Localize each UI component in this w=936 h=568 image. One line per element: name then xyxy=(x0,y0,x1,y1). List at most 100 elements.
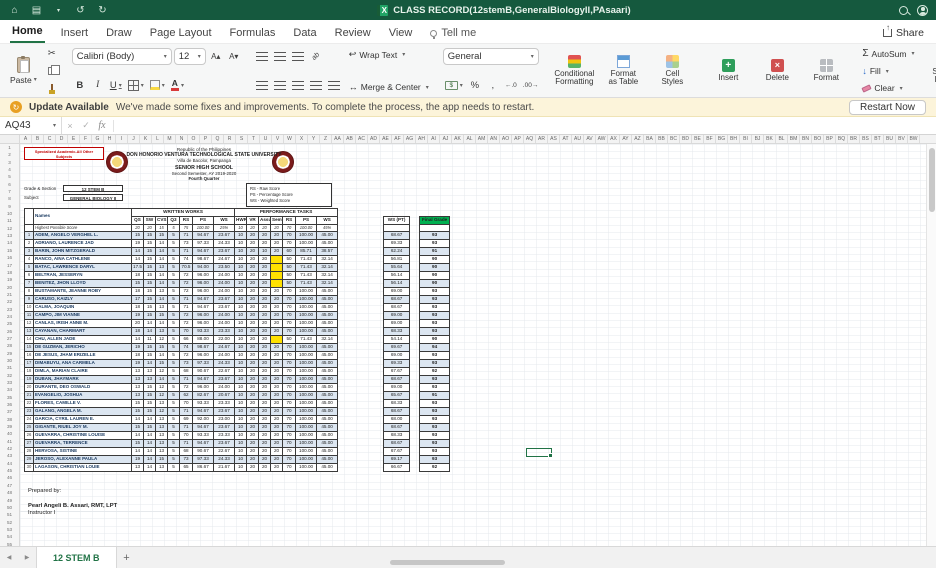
align-middle-button[interactable] xyxy=(272,48,288,64)
grid-cell[interactable]: 24.00 xyxy=(212,279,236,288)
grid-cell[interactable]: 70 xyxy=(282,351,297,360)
grid-cell[interactable]: 45.00 xyxy=(316,391,339,400)
ws-pt-cell[interactable]: 69.00 xyxy=(383,351,411,360)
row-header[interactable]: 43 xyxy=(0,452,19,459)
final-grade-cell[interactable]: 93 xyxy=(419,423,451,432)
student-name-cell[interactable]: CARUSO, KAIZLY xyxy=(33,295,132,304)
row-header[interactable]: 31 xyxy=(0,364,19,371)
grid-cell[interactable]: 14 xyxy=(143,415,156,424)
grid-cell[interactable]: 20 xyxy=(258,367,272,376)
grid-cell[interactable]: 19 xyxy=(131,239,144,248)
grid-cell[interactable]: 15 xyxy=(143,247,156,256)
ws-pt-column-header[interactable]: WS (PT) xyxy=(383,216,411,225)
vertical-scrollbar-thumb[interactable] xyxy=(929,148,935,212)
grid-cell[interactable]: 15 xyxy=(143,231,156,240)
row-header[interactable]: 4 xyxy=(0,166,19,173)
grid-cell[interactable]: 20 xyxy=(258,239,272,248)
grid-cell[interactable]: 71 xyxy=(179,231,193,240)
student-name-cell[interactable]: DUBAN, JHAYMARK xyxy=(33,375,132,384)
grid-cell[interactable]: 71.43 xyxy=(295,263,318,272)
final-grade-cell[interactable]: 93 xyxy=(419,407,451,416)
grid-cell[interactable]: 96.00 xyxy=(192,279,214,288)
grid-cell[interactable]: 71.43 xyxy=(295,335,318,344)
grid-cell[interactable]: 10 xyxy=(258,247,272,256)
grid-cell[interactable]: 45.00 xyxy=(316,383,339,392)
grid-cell[interactable]: 24.00 xyxy=(212,319,236,328)
grid-cell[interactable]: 20 xyxy=(270,415,284,424)
grid-cell[interactable]: 22.00 xyxy=(212,335,236,344)
row-header[interactable]: 19 xyxy=(0,276,19,283)
grid-cell[interactable]: 50 xyxy=(282,263,297,272)
grid-cell[interactable]: 10 xyxy=(234,351,248,360)
grid-cell[interactable]: 5 xyxy=(167,375,180,384)
grid-cell[interactable]: 20 xyxy=(258,231,272,240)
grid-cell[interactable]: 15 xyxy=(155,311,168,320)
grid-cell[interactable]: 18 xyxy=(131,351,144,360)
grid-cell[interactable]: 32.14 xyxy=(316,279,339,288)
grid-cell[interactable]: 24.00 xyxy=(212,271,236,280)
student-name-cell[interactable]: GALANG, ANGELA M. xyxy=(33,407,132,416)
grid-cell[interactable]: 100.00 xyxy=(295,375,318,384)
ws-pt-cell[interactable]: 68.67 xyxy=(383,423,411,432)
column-header[interactable]: R xyxy=(224,135,236,143)
grid-cell[interactable]: 97.33 xyxy=(192,239,214,248)
grid-cell[interactable]: 5 xyxy=(167,455,180,464)
grid-cell[interactable]: 13 xyxy=(131,367,144,376)
grid-cell[interactable]: 70 xyxy=(282,303,297,312)
grid-cell[interactable]: 15 xyxy=(143,407,156,416)
grid-cell[interactable]: 20 xyxy=(246,439,260,448)
student-name-cell[interactable]: BARIN, JOHN MITZGERALD xyxy=(33,247,132,256)
grid-cell[interactable]: 17 xyxy=(131,295,144,304)
grid-cell[interactable]: 14 xyxy=(155,239,168,248)
row-header[interactable]: 44 xyxy=(0,460,19,467)
grid-cell[interactable]: 70 xyxy=(282,327,297,336)
grid-cell[interactable]: 15 xyxy=(143,311,156,320)
final-grade-cell[interactable]: 90 xyxy=(419,255,451,264)
column-header[interactable]: J xyxy=(128,135,140,143)
grid-cell[interactable]: 71 xyxy=(179,407,193,416)
grid-cell[interactable]: 94.67 xyxy=(192,303,214,312)
ribbon-tab[interactable]: Formulas xyxy=(228,23,278,43)
grid-cell[interactable]: 94.67 xyxy=(192,247,214,256)
grid-cell[interactable]: 23.67 xyxy=(212,295,236,304)
grid-cell[interactable]: 74 xyxy=(179,343,193,352)
grid-cell[interactable]: 86.67 xyxy=(192,463,214,472)
student-number-cell[interactable]: 12 xyxy=(24,319,34,328)
grid-cell[interactable]: 20 xyxy=(246,455,260,464)
column-header[interactable]: BT xyxy=(872,135,884,143)
student-name-cell[interactable]: DIMABUYU, ANA CARMELA xyxy=(33,359,132,368)
row-header[interactable]: 37 xyxy=(0,408,19,415)
grid-cell[interactable]: 100.00 xyxy=(295,439,318,448)
grid-cell[interactable]: 17.5 xyxy=(131,263,144,272)
column-header[interactable]: M xyxy=(164,135,176,143)
grid-cell[interactable]: 94.00 xyxy=(192,263,214,272)
student-number-cell[interactable]: 6 xyxy=(24,271,34,280)
grid-cell[interactable]: 13 xyxy=(131,375,144,384)
grid-cell[interactable]: 15 xyxy=(143,263,156,272)
student-number-cell[interactable]: 4 xyxy=(24,255,34,264)
grid-cell[interactable]: 21.67 xyxy=(212,463,236,472)
student-number-cell[interactable]: 25 xyxy=(24,423,34,432)
row-header[interactable]: 9 xyxy=(0,203,19,210)
row-header[interactable]: 17 xyxy=(0,262,19,269)
grid-cell[interactable]: 15 xyxy=(131,399,144,408)
student-number-cell[interactable]: 15 xyxy=(24,343,34,352)
row-header[interactable]: 22 xyxy=(0,298,19,305)
column-header[interactable]: BF xyxy=(704,135,716,143)
grid-cell[interactable]: 14 xyxy=(131,335,144,344)
column-header[interactable]: U xyxy=(260,135,272,143)
grid-cell[interactable]: 96.00 xyxy=(192,311,214,320)
grid-cell[interactable]: 12 xyxy=(155,391,168,400)
column-header[interactable]: AR xyxy=(536,135,548,143)
grid-cell[interactable]: 10 xyxy=(234,224,248,232)
final-grade-cell[interactable]: 93 xyxy=(419,295,451,304)
italic-button[interactable]: I xyxy=(90,77,106,93)
grid-cell[interactable]: 13 xyxy=(131,383,144,392)
ws-pt-cell[interactable]: 68.33 xyxy=(383,399,411,408)
grid-cell[interactable]: 15 xyxy=(155,224,168,232)
column-header[interactable]: AL xyxy=(464,135,476,143)
row-header[interactable]: 39 xyxy=(0,423,19,430)
ribbon-tab[interactable]: Insert xyxy=(59,23,91,43)
grid-cell[interactable]: 45.00 xyxy=(316,439,339,448)
grid-cell[interactable]: 100.00 xyxy=(295,463,318,472)
